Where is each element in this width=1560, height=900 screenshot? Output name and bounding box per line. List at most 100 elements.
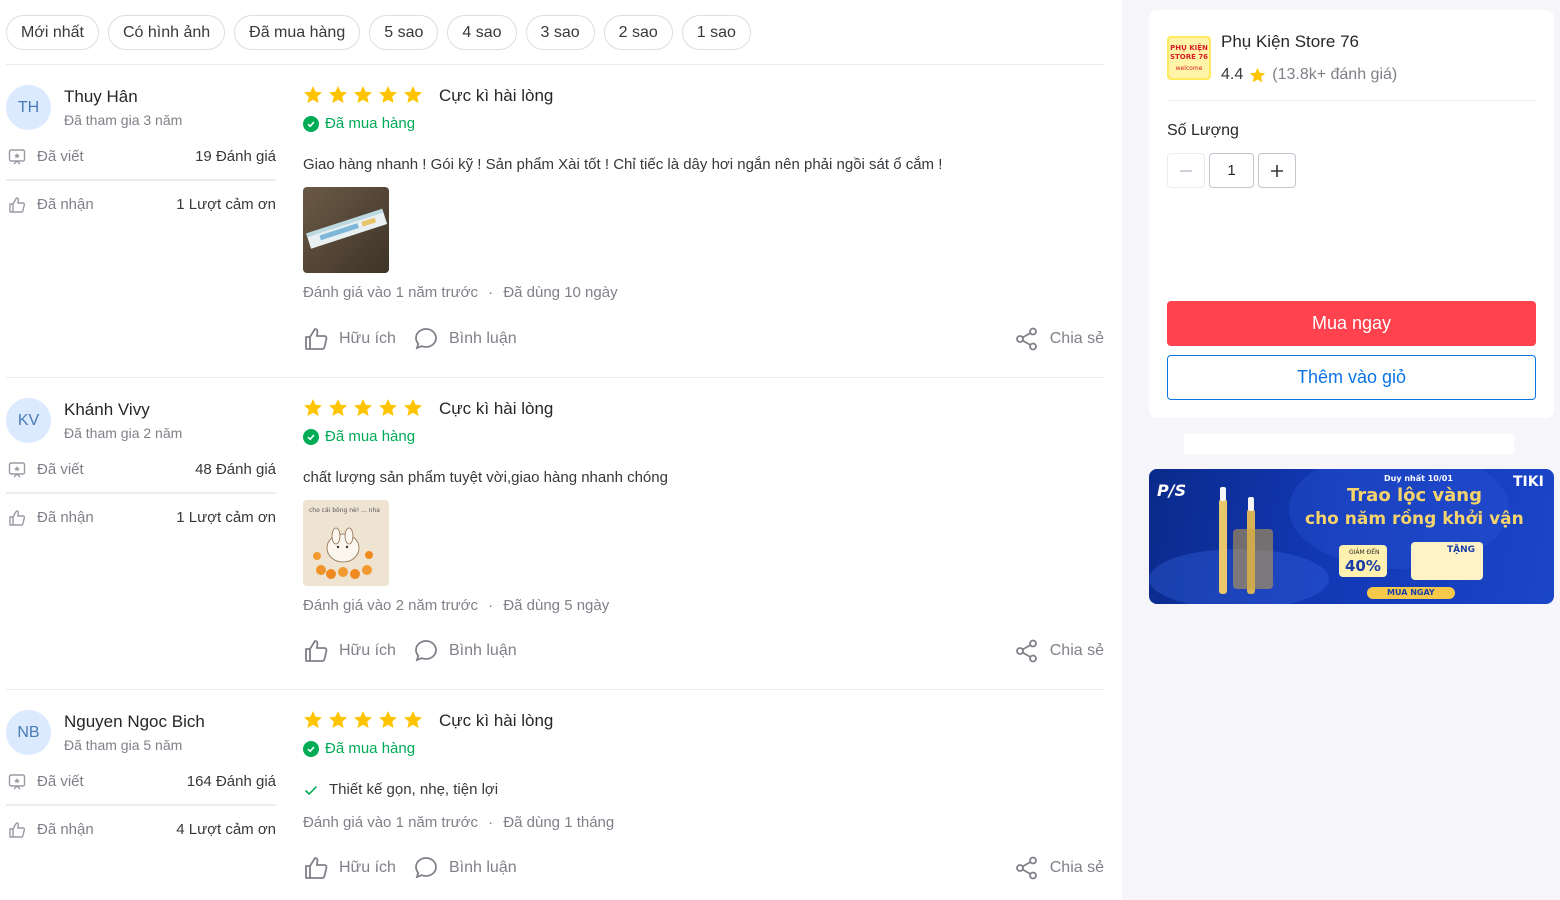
shop-logo[interactable]: PHỤ KIỆN STORE 76 welcome [1167, 36, 1211, 80]
review-text: Giao hàng nhanh ! Gói kỹ ! Sản phẩm Xài … [303, 156, 943, 173]
filter-4-stars[interactable]: 4 sao [447, 15, 517, 50]
share-icon [1015, 856, 1037, 880]
filter-3-stars[interactable]: 3 sao [525, 15, 595, 50]
stat-label: Đã nhận [37, 821, 94, 838]
helpful-label: Hữu ích [339, 642, 396, 659]
avatar[interactable]: KV [6, 398, 51, 443]
filter-5-stars[interactable]: 5 sao [369, 15, 439, 50]
add-to-cart-button[interactable]: Thêm vào giỏ [1167, 355, 1536, 400]
author-name[interactable]: Khánh Vivy [64, 400, 150, 420]
star-icon [329, 711, 347, 728]
thumbs-up-icon [9, 510, 26, 526]
share-button[interactable]: Chia sẻ [1014, 855, 1104, 881]
buy-now-button[interactable]: Mua ngay [1167, 301, 1536, 346]
shop-name[interactable]: Phụ Kiện Store 76 [1221, 32, 1359, 52]
helpful-button[interactable]: Hữu ích [303, 326, 396, 352]
shop-rating-count: (13.8k+ đánh giá) [1272, 66, 1398, 83]
check-circle-icon [303, 428, 319, 445]
avatar[interactable]: NB [6, 710, 51, 755]
thumbs-up-icon [9, 197, 26, 213]
review-actions: Hữu ích Bình luận Chia sẻ [303, 638, 1104, 668]
review-actions: Hữu ích Bình luận Chia sẻ [303, 855, 1104, 885]
review-meta: Đánh giá vào 2 năm trước · Đã dùng 5 ngà… [303, 597, 610, 614]
comment-button[interactable]: Bình luận [413, 638, 517, 664]
stat-label: Đã viết [37, 461, 84, 478]
review-text: chất lượng sản phẩm tuyệt vời,giao hàng … [303, 469, 668, 486]
helpful-button[interactable]: Hữu ích [303, 638, 396, 664]
minus-icon [1180, 169, 1192, 172]
divider [6, 804, 276, 806]
star-icon [354, 86, 372, 103]
comment-icon [415, 640, 437, 662]
purchased-label: Đã mua hàng [325, 428, 416, 445]
star-icon [354, 711, 372, 728]
author-joined: Đã tham gia 2 năm [64, 425, 183, 441]
banner-discount-label: GIẢM ĐẾN [1349, 549, 1380, 556]
helpful-label: Hữu ích [339, 859, 396, 876]
review-meta: Đánh giá vào 1 năm trước · Đã dùng 10 ng… [303, 284, 618, 301]
thumbs-up-icon [305, 328, 328, 350]
sidebar: PHỤ KIỆN STORE 76 welcome Phụ Kiện Store… [1122, 0, 1560, 900]
star-icon [304, 711, 322, 728]
comment-button[interactable]: Bình luận [413, 326, 517, 352]
purchased-badge: Đã mua hàng [303, 115, 415, 132]
shop-rating-value: 4.4 [1221, 66, 1244, 83]
banner-brand: P/S [1157, 481, 1187, 500]
banner-cta: MUA NGAY [1387, 588, 1435, 597]
filter-1-star[interactable]: 1 sao [681, 15, 751, 50]
review-image[interactable] [303, 187, 389, 273]
filter-purchased[interactable]: Đã mua hàng [234, 15, 361, 50]
author-name[interactable]: Thuy Hân [64, 87, 138, 107]
divider [6, 689, 1104, 690]
stat-label: Đã viết [37, 148, 84, 165]
decrease-button[interactable] [1167, 153, 1205, 188]
promo-banner[interactable]: P/S Duy nhất 10/01 TIKI Trao lộc vàng ch… [1149, 469, 1554, 604]
avatar[interactable]: TH [6, 85, 51, 130]
review-written-icon [8, 149, 26, 165]
author-stat-thanks: Đã nhận 1 Lượt cảm ơn [6, 506, 276, 530]
author-stat-thanks: Đã nhận 1 Lượt cảm ơn [6, 193, 276, 217]
comment-label: Bình luận [449, 859, 517, 876]
review-time: Đánh giá vào 1 năm trước [303, 284, 478, 301]
star-icon [329, 86, 347, 103]
thumbs-up-icon [305, 640, 328, 662]
filter-newest[interactable]: Mới nhất [6, 15, 99, 50]
divider [6, 377, 1104, 378]
author-name[interactable]: Nguyen Ngoc Bich [64, 712, 205, 732]
review-written-icon [8, 462, 26, 478]
banner-subheadline: cho năm rồng khởi vận [1305, 509, 1524, 529]
author-stat-thanks: Đã nhận 4 Lượt cảm ơn [6, 818, 276, 842]
thumbs-up-icon [305, 857, 328, 879]
purchased-badge: Đã mua hàng [303, 428, 415, 445]
attribute-label: Thiết kế gọn, nhẹ, tiện lợi [329, 781, 499, 798]
star-icon [304, 399, 322, 416]
banner-gift: TẶNG [1447, 545, 1476, 555]
helpful-button[interactable]: Hữu ích [303, 855, 396, 881]
review-filters: Mới nhất Có hình ảnh Đã mua hàng 5 sao 4… [6, 15, 751, 50]
divider [6, 492, 276, 494]
author-stat-written: Đã viết 164 Đánh giá [6, 770, 276, 794]
quantity-input[interactable]: 1 [1209, 153, 1254, 188]
stat-label: Đã viết [37, 773, 84, 790]
rating-stars [303, 710, 423, 730]
share-button[interactable]: Chia sẻ [1014, 326, 1104, 352]
share-label: Chia sẻ [1049, 859, 1104, 876]
logo-text: STORE 76 [1170, 53, 1208, 61]
review-time: Đánh giá vào 2 năm trước [303, 597, 478, 614]
increase-button[interactable] [1258, 153, 1296, 188]
rating-stars [303, 398, 423, 418]
filter-with-images[interactable]: Có hình ảnh [107, 15, 226, 50]
review-image[interactable]: cho cái bông nè! ... nha [303, 500, 389, 586]
usage-duration: Đã dùng 1 tháng [503, 814, 615, 831]
star-icon [379, 711, 397, 728]
comment-button[interactable]: Bình luận [413, 855, 517, 881]
star-icon [379, 399, 397, 416]
helpful-label: Hữu ích [339, 330, 396, 347]
review-meta: Đánh giá vào 1 năm trước · Đã dùng 1 thá… [303, 814, 615, 831]
banner-tiki-logo: TIKI [1513, 474, 1544, 490]
filter-2-stars[interactable]: 2 sao [603, 15, 673, 50]
review-actions: Hữu ích Bình luận Chia sẻ [303, 326, 1104, 356]
review-title: Cực kì hài lòng [439, 711, 554, 730]
share-button[interactable]: Chia sẻ [1014, 638, 1104, 664]
comment-label: Bình luận [449, 642, 517, 659]
